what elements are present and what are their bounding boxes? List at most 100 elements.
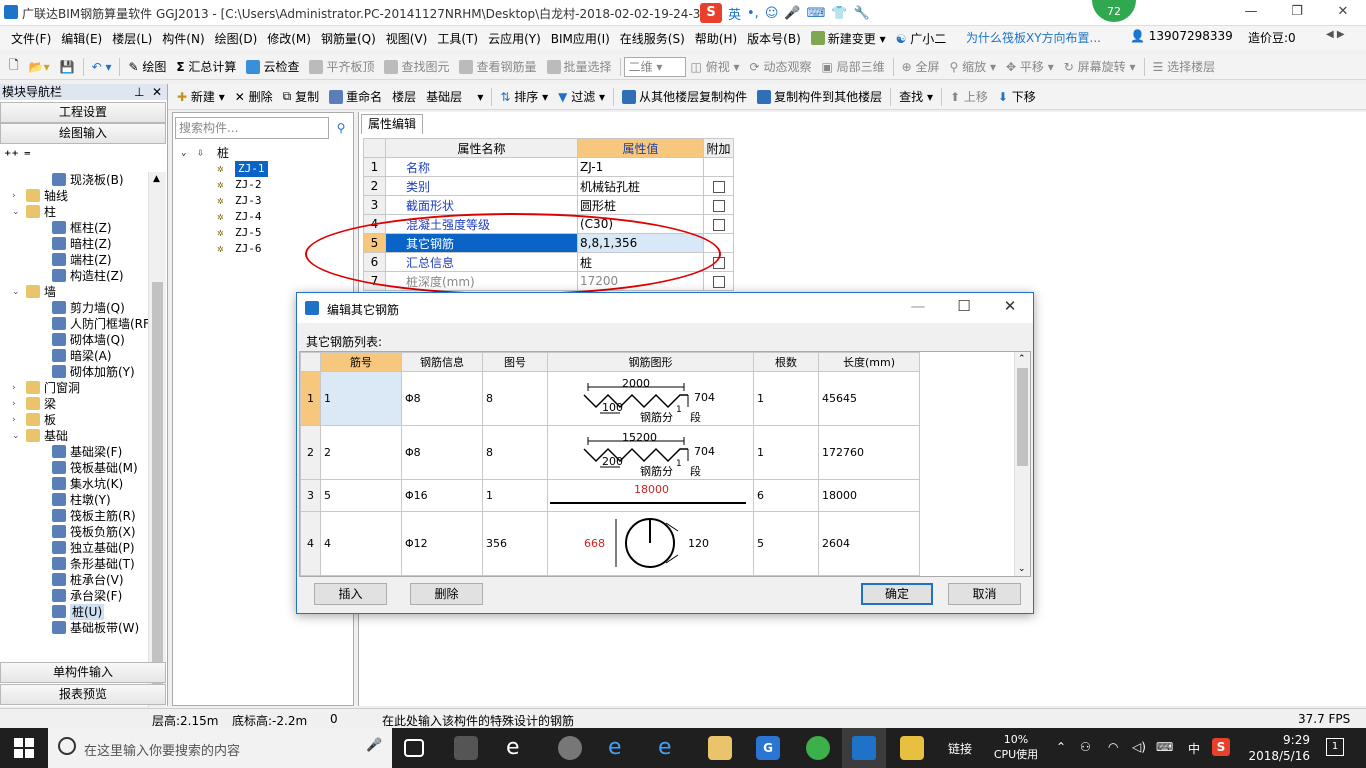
cloud-check-button[interactable]: 云检查: [241, 56, 304, 78]
rebar-grid-scrollbar[interactable]: ⌃ ⌄: [1014, 352, 1030, 576]
draw-button[interactable]: ✎ 绘图: [123, 56, 171, 78]
sogou-icon[interactable]: S: [700, 3, 722, 23]
ie-browser-icon[interactable]: e: [506, 736, 530, 760]
microphone-icon[interactable]: 🎤: [366, 738, 382, 753]
nav-tree-item[interactable]: › 板: [0, 412, 148, 428]
count-cell[interactable]: 1: [753, 371, 819, 426]
sort-button[interactable]: ⇅ 排序 ▾: [495, 86, 553, 108]
menu-version[interactable]: 版本号(B): [742, 30, 806, 47]
file-explorer-icon[interactable]: [708, 736, 732, 760]
tab-property-edit[interactable]: 属性编辑: [361, 114, 424, 134]
rebar-shape-cell[interactable]: 2000 704 100 钢筋分 1 段: [547, 371, 754, 426]
new-file-icon[interactable]: 🗋: [4, 56, 24, 78]
bar-number-cell[interactable]: 2: [320, 425, 402, 480]
nav-tree-item[interactable]: 筏板主筋(R): [0, 508, 148, 524]
nav-close-icon[interactable]: ✕: [152, 84, 162, 100]
expand-collapse-icon[interactable]: ⁺⁺ ⁼: [4, 148, 31, 164]
save-icon[interactable]: 💾: [55, 56, 80, 78]
dialog-delete-button[interactable]: 删除: [410, 583, 483, 605]
nav-scroll-thumb[interactable]: [152, 282, 163, 690]
nav-tree-item[interactable]: 筏板基础(M): [0, 460, 148, 476]
copy-button[interactable]: ⧉ 复制: [278, 86, 324, 108]
notification-center-icon[interactable]: 1: [1326, 738, 1344, 756]
nav-tree-item[interactable]: ⌄ 柱: [0, 204, 148, 220]
dynamic-view-button[interactable]: ⟳ 动态观察: [745, 56, 817, 78]
extra-checkbox[interactable]: [712, 218, 725, 231]
beans-count[interactable]: 造价豆:0: [1248, 29, 1296, 46]
network-icon[interactable]: ◠: [1108, 740, 1118, 754]
rebar-info-cell[interactable]: Φ16: [401, 479, 483, 512]
dialog-maximize-button[interactable]: ☐: [941, 297, 987, 315]
nav-tree-item[interactable]: 基础板带(W): [0, 620, 148, 636]
rebar-row[interactable]: 2 2 Φ8 8 15200 704 200 钢筋分 1 段 1 172760: [300, 425, 920, 480]
component-tree-item[interactable]: ✲ ZJ-4: [177, 209, 347, 225]
menu-bim[interactable]: BIM应用(I): [546, 30, 615, 47]
rebar-row[interactable]: 3 5 Φ16 1 18000 6 18000: [300, 479, 920, 512]
component-tree-item[interactable]: ✲ ZJ-2: [177, 177, 347, 193]
close-button[interactable]: ✕: [1320, 0, 1366, 24]
ggj-app-active-icon[interactable]: [842, 728, 886, 768]
top-view-button[interactable]: ◫ 俯视 ▾: [686, 56, 745, 78]
menu-tools[interactable]: 工具(T): [432, 30, 483, 47]
property-row[interactable]: 2 类别 机械钻孔桩: [363, 176, 734, 196]
grid-scroll-down-icon[interactable]: ⌄: [1018, 564, 1026, 574]
nav-tree-item[interactable]: 框柱(Z): [0, 220, 148, 236]
notes-app-icon[interactable]: [900, 736, 924, 760]
figure-number-cell[interactable]: 8: [482, 425, 548, 480]
figure-number-cell[interactable]: 1: [482, 479, 548, 512]
rebar-shape-cell[interactable]: 15200 704 200 钢筋分 1 段: [547, 425, 754, 480]
ime-punct-icon[interactable]: •,: [747, 6, 759, 21]
sum-button[interactable]: Σ 汇总计算: [171, 56, 241, 78]
rebar-row[interactable]: 4 4 Φ12 356 668 120 5 2604: [300, 511, 920, 576]
ime-tools-icon[interactable]: 🔧: [854, 6, 870, 21]
scroll-up-icon[interactable]: ▲: [153, 174, 160, 184]
project-settings-button[interactable]: 工程设置: [0, 102, 166, 123]
ok-button[interactable]: 确定: [861, 583, 933, 605]
menu-file[interactable]: 文件(F): [6, 30, 56, 47]
chevron-down-icon[interactable]: ⌄: [181, 145, 186, 161]
assistant-button[interactable]: ☯ 广小二: [891, 30, 952, 47]
extra-checkbox[interactable]: [712, 199, 725, 212]
rebar-shape-cell[interactable]: 18000: [547, 479, 754, 512]
grid-scroll-thumb[interactable]: [1017, 368, 1028, 466]
nav-tree-item[interactable]: 端柱(Z): [0, 252, 148, 268]
menu-rebar[interactable]: 钢筋量(Q): [316, 30, 381, 47]
menu-online[interactable]: 在线服务(S): [615, 30, 690, 47]
nav-tree-item[interactable]: › 梁: [0, 396, 148, 412]
nav-tree-item[interactable]: 桩承台(V): [0, 572, 148, 588]
rebar-info-cell[interactable]: Φ12: [401, 511, 483, 576]
figure-number-cell[interactable]: 356: [482, 511, 548, 576]
menu-modify[interactable]: 修改(M): [262, 30, 316, 47]
fullscreen-button[interactable]: ⊕ 全屏: [897, 56, 945, 78]
link-toolbar[interactable]: 链接: [948, 740, 972, 757]
nav-tree-item[interactable]: 基础梁(F): [0, 444, 148, 460]
component-search-input[interactable]: 搜索构件...: [175, 117, 329, 139]
menu-view[interactable]: 视图(V): [381, 30, 433, 47]
property-row[interactable]: 3 截面形状 圆形桩: [363, 195, 734, 215]
volume-icon[interactable]: ◁): [1132, 740, 1146, 754]
menu-cloud[interactable]: 云应用(Y): [483, 30, 546, 47]
green-app-icon[interactable]: [806, 736, 830, 760]
local-3d-button[interactable]: ▣ 局部三维: [816, 56, 889, 78]
find-button[interactable]: 查找 ▾: [894, 86, 938, 108]
nav-tree-item[interactable]: › 轴线: [0, 188, 148, 204]
chevron-down-icon[interactable]: ⌄: [12, 204, 22, 220]
windows-start-icon[interactable]: [14, 738, 34, 758]
copy-to-floor-button[interactable]: 复制构件到其他楼层: [752, 86, 887, 108]
cpu-usage-widget[interactable]: 10% CPU使用: [988, 732, 1044, 762]
floor-select[interactable]: 基础层 ▾: [421, 86, 488, 108]
rebar-row[interactable]: 1 1 Φ8 8 2000 704 100 钢筋分 1 段 1 45645: [300, 371, 920, 426]
view-rebar-button[interactable]: 查看钢筋量: [454, 56, 541, 78]
move-up-button[interactable]: ⬆ 上移: [945, 86, 993, 108]
question-link[interactable]: 为什么筏板XY方向布置...: [966, 29, 1101, 46]
nav-tree-item[interactable]: 集水坑(K): [0, 476, 148, 492]
single-input-button[interactable]: 单构件输入: [0, 662, 166, 683]
grid-scroll-up-icon[interactable]: ⌃: [1018, 354, 1026, 364]
taskbar-search-box[interactable]: 在这里输入你要搜索的内容 🎤: [48, 728, 392, 768]
ime-toolbar[interactable]: S 英 •, ☺ 🎤 ⌨ 👕 🔧: [700, 3, 870, 23]
open-file-icon[interactable]: 📂▾: [24, 56, 55, 78]
count-cell[interactable]: 1: [753, 425, 819, 480]
account-phone[interactable]: 👤 13907298339: [1130, 29, 1233, 43]
chevron-down-icon[interactable]: ⌄: [12, 284, 22, 300]
nav-tree-item[interactable]: 桩(U): [0, 604, 148, 620]
